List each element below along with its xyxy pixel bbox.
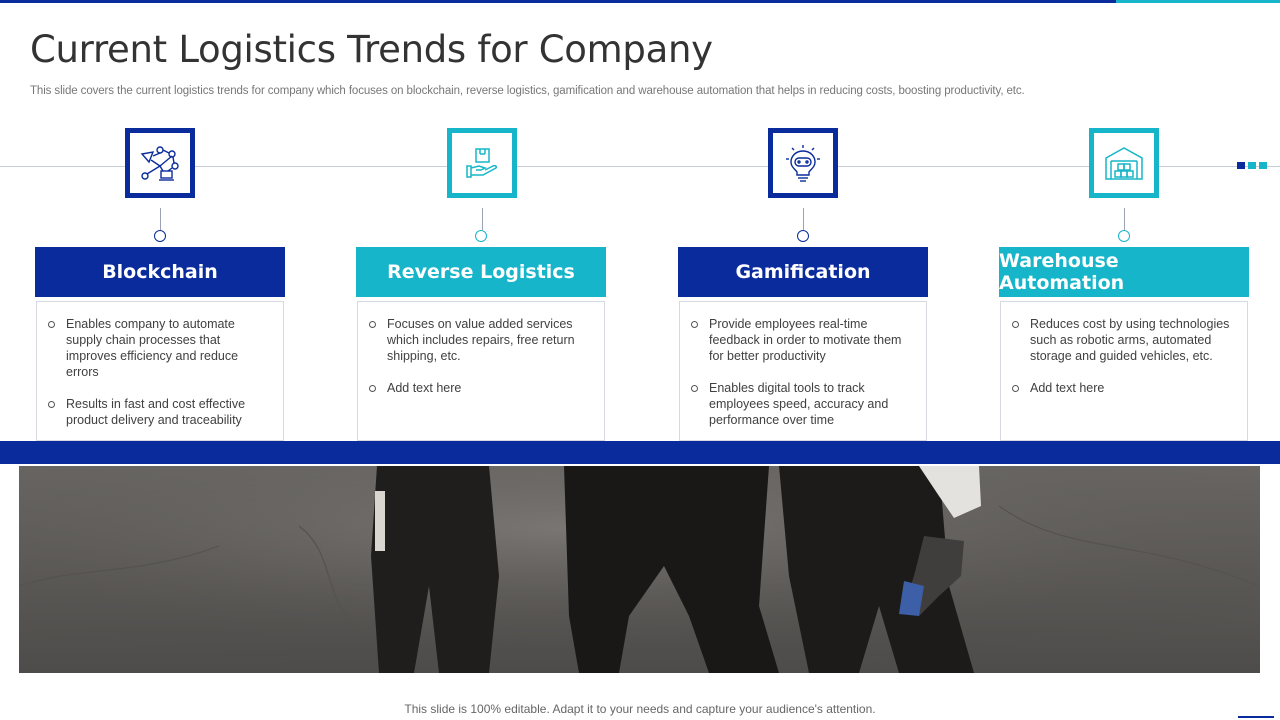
footer-note: This slide is 100% editable. Adapt it to… [404,702,876,716]
trend-card: Reduces cost by using technologies such … [1000,301,1248,441]
list-item: Add text here [1012,380,1235,396]
list-item: Reduces cost by using technologies such … [1012,316,1235,364]
hand-package-icon [447,128,517,198]
trend-column-warehouse-automation: Warehouse Automation Reduces cost by usi… [999,128,1249,441]
photo-top-band [0,441,1280,464]
timeline-node [797,230,809,242]
corner-accent-line [1238,716,1274,718]
list-item: Results in fast and cost effective produ… [48,396,271,428]
trend-column-reverse-logistics: Reverse Logistics Focuses on value added… [356,128,606,441]
list-item: Provide employees real-time feedback in … [691,316,914,364]
list-item: Focuses on value added services which in… [369,316,592,364]
slide-title: Current Logistics Trends for Company [30,28,713,71]
slide-subtitle: This slide covers the current logistics … [30,85,1025,97]
top-accent-bar-dark [0,0,1116,3]
timeline-stem [160,208,161,230]
timeline-stem [803,208,804,230]
trend-column-gamification: Gamification Provide employees real-time… [678,128,928,441]
timeline-node [1118,230,1130,242]
timeline-node [154,230,166,242]
timeline-stem [482,208,483,230]
top-accent-bar-light [1116,0,1280,3]
trend-card: Provide employees real-time feedback in … [679,301,927,441]
trend-heading: Gamification [678,247,928,297]
list-item: Add text here [369,380,592,396]
trend-card: Enables company to automate supply chain… [36,301,284,441]
timeline-stem [1124,208,1125,230]
warehouse-icon [1089,128,1159,198]
gamepad-bulb-icon [768,128,838,198]
trend-column-blockchain: Blockchain Enables company to automate s… [35,128,285,441]
trend-heading: Reverse Logistics [356,247,606,297]
list-item: Enables company to automate supply chain… [48,316,271,380]
trend-heading: Warehouse Automation [999,247,1249,297]
timeline-node [475,230,487,242]
workers-photo [19,466,1260,673]
blockchain-network-icon [125,128,195,198]
trend-card: Focuses on value added services which in… [357,301,605,441]
trend-heading: Blockchain [35,247,285,297]
list-item: Enables digital tools to track employees… [691,380,914,428]
